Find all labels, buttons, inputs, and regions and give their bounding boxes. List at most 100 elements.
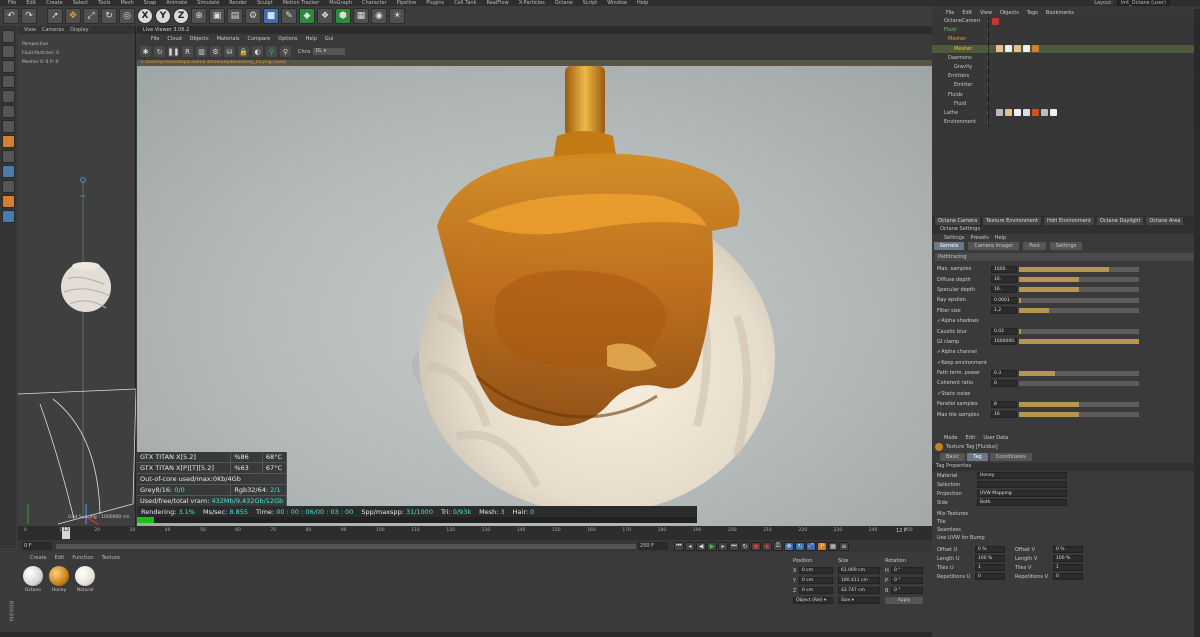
obj-menu-bookmarks[interactable]: Bookmarks <box>1046 10 1074 16</box>
key-param-icon[interactable]: P <box>817 541 827 551</box>
param-value[interactable]: 16. <box>991 276 1017 284</box>
attr-offset-value[interactable]: 0 <box>1053 573 1083 580</box>
magnet-icon[interactable] <box>1 165 15 178</box>
key-scale-icon[interactable]: ⤢ <box>806 541 816 551</box>
size-z-field[interactable]: 42.747 cm <box>838 587 880 594</box>
texture-tag-icon[interactable] <box>996 45 1004 53</box>
attr-field-value[interactable]: Both <box>977 499 1067 506</box>
object-row[interactable]: Mesher✓ <box>932 35 1194 45</box>
attr-checkbox-row[interactable]: Mix Textures <box>932 510 1194 518</box>
texture-tag-icon[interactable] <box>1023 45 1031 53</box>
tab-octane-camera[interactable]: Octane Camera <box>935 217 981 225</box>
material-swatch[interactable]: Honey <box>48 566 70 596</box>
param-slider[interactable] <box>1019 401 1139 407</box>
attr-menu-mode[interactable]: Mode <box>944 435 958 441</box>
attr-offset-value[interactable]: 1 <box>975 564 1005 571</box>
lv-menu-materials[interactable]: Materials <box>217 36 240 42</box>
focus-picker-icon[interactable]: ◐ <box>252 46 263 57</box>
param-slider[interactable] <box>1019 412 1139 418</box>
tab-octane-daylight[interactable]: Octane Daylight <box>1096 217 1144 225</box>
param-value[interactable]: 0 <box>991 379 1017 387</box>
attr-offset-value[interactable]: 100 % <box>1053 555 1083 562</box>
obj-menu-file[interactable]: File <box>946 10 954 16</box>
start-frame-field[interactable]: 0 F <box>22 542 52 550</box>
timeline-ruler[interactable]: 0102030405060708090100110120130140150160… <box>18 526 932 540</box>
os-menu-settings[interactable]: Settings <box>944 235 965 241</box>
texture-tag-icon[interactable] <box>1005 109 1013 117</box>
mat-menu-texture[interactable]: Texture <box>102 555 120 561</box>
param-slider[interactable] <box>1019 287 1139 293</box>
redo-icon[interactable]: ↷ <box>21 8 37 24</box>
param-value[interactable]: 16 <box>991 411 1017 419</box>
lv-menu-compare[interactable]: Compare <box>247 36 270 42</box>
restart-render-icon[interactable]: ↻ <box>154 46 165 57</box>
pen-icon[interactable]: ✎ <box>281 8 297 24</box>
lv-menu-help[interactable]: Help <box>305 36 316 42</box>
attr-tab-basic[interactable]: Basic <box>940 452 966 461</box>
z-axis-toggle[interactable]: Z <box>173 8 189 24</box>
attr-menu-edit[interactable]: Edit <box>966 435 976 441</box>
texture-tag-icon[interactable] <box>1014 45 1022 53</box>
param-row[interactable]: ✓ Alpha shadows <box>932 316 1200 326</box>
model-mode-icon[interactable] <box>1 45 15 58</box>
viewport-menu-display[interactable]: Display <box>70 27 88 33</box>
right-side-tabs[interactable] <box>1194 9 1200 637</box>
clay-mode-icon[interactable]: ▥ <box>196 46 207 57</box>
obj-menu-edit[interactable]: Edit <box>962 10 972 16</box>
next-key-icon[interactable]: ▸ <box>718 541 728 551</box>
first-frame-icon[interactable]: ⏮ <box>674 541 684 551</box>
texture-tag-icon[interactable] <box>1041 109 1049 117</box>
move-icon[interactable]: ✥ <box>65 8 81 24</box>
viewport-menu-view[interactable]: View <box>24 27 36 33</box>
pos-z-field[interactable]: 0 cm <box>799 587 833 594</box>
param-row[interactable]: Caustic blur 0.02 <box>932 326 1200 336</box>
param-slider[interactable] <box>1019 370 1139 376</box>
param-row[interactable]: Filter size 1.2 <box>932 306 1200 316</box>
render-settings-icon[interactable]: ⚙ <box>245 8 261 24</box>
camera-tag-icon[interactable] <box>992 17 1000 25</box>
camera-icon[interactable]: ◉ <box>371 8 387 24</box>
obj-menu-objects[interactable]: Objects <box>1000 10 1019 16</box>
param-row[interactable]: Path term. power 0.3 <box>932 368 1200 378</box>
scale-icon[interactable]: ⤢ <box>83 8 99 24</box>
preview-range-slider[interactable] <box>56 543 636 549</box>
mat-menu-create[interactable]: Create <box>30 555 47 561</box>
texture-tag-icon[interactable] <box>1014 109 1022 117</box>
key-position-icon[interactable]: ✥ <box>784 541 794 551</box>
polygons-mode-icon[interactable] <box>1 120 15 133</box>
timeline-playhead[interactable]: 12 <box>62 527 70 539</box>
size-y-field[interactable]: 180.411 cm <box>838 577 880 584</box>
object-row[interactable]: Fluid✓ <box>932 26 1194 36</box>
light-icon[interactable]: ☀ <box>389 8 405 24</box>
texture-mode-icon[interactable] <box>1 60 15 73</box>
attr-tab-coordinates[interactable]: Coordinates <box>989 452 1032 461</box>
attr-checkbox-row[interactable]: Use UVW for Bump <box>932 534 1194 542</box>
autokey-icon[interactable]: ◉ <box>762 541 772 551</box>
undo-icon[interactable]: ↶ <box>3 8 19 24</box>
lv-menu-gui[interactable]: Gui <box>325 36 333 42</box>
texture-tag-icon[interactable] <box>1050 109 1058 117</box>
param-value[interactable]: 1000000. <box>991 338 1017 346</box>
viewport-menu-cameras[interactable]: Cameras <box>42 27 64 33</box>
channel-select[interactable]: DL ▾ <box>313 48 346 55</box>
attr-offset-value[interactable]: 0 % <box>1053 546 1083 553</box>
workplane-icon[interactable] <box>1 75 15 88</box>
prev-key-icon[interactable]: ◂ <box>685 541 695 551</box>
lv-menu-cloud[interactable]: Cloud <box>167 36 181 42</box>
os-tab-post[interactable]: Post <box>1023 242 1046 250</box>
attr-tab-tag[interactable]: Tag <box>967 452 988 461</box>
param-row[interactable]: GI clamp 1000000. <box>932 337 1200 347</box>
param-slider[interactable] <box>1019 329 1139 335</box>
attr-field-value[interactable]: Honey <box>977 472 1067 479</box>
key-pla-icon[interactable]: ▦ <box>828 541 838 551</box>
location-pin-icon[interactable]: ⚲ <box>266 46 277 57</box>
param-slider[interactable] <box>1019 380 1139 386</box>
coordinate-system-icon[interactable]: ⊕ <box>191 8 207 24</box>
rotate-icon[interactable]: ↻ <box>101 8 117 24</box>
rot-b-field[interactable]: 0 ° <box>891 587 923 594</box>
texture-tag-icon[interactable] <box>1023 109 1031 117</box>
mat-menu-edit[interactable]: Edit <box>55 555 65 561</box>
layer-icon[interactable] <box>1 210 15 223</box>
param-row[interactable]: Ray epsilon 0.0001 <box>932 295 1200 305</box>
object-row[interactable]: Daemons✓ <box>932 54 1194 63</box>
